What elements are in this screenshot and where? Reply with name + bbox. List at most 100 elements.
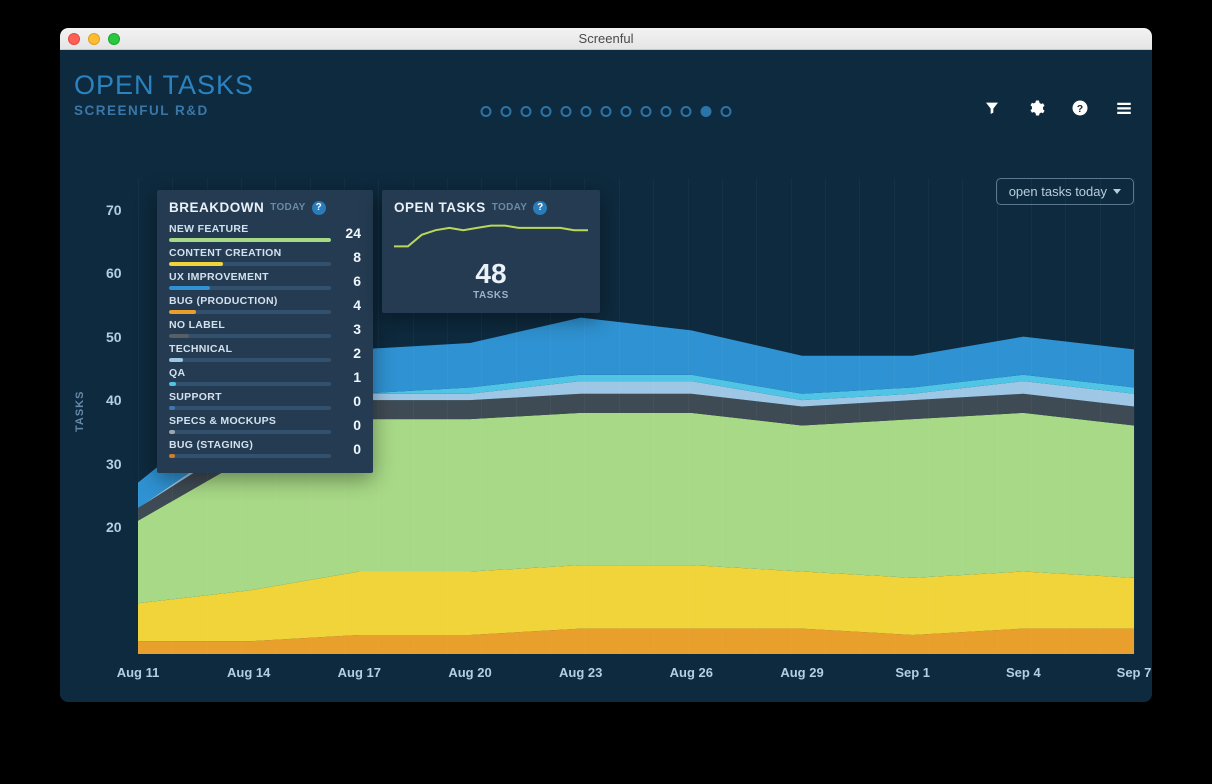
breakdown-row[interactable]: TECHNICAL 2: [169, 341, 361, 365]
y-tick-label: 50: [106, 329, 122, 345]
breakdown-label: BUG (PRODUCTION): [169, 295, 331, 307]
breakdown-label: TECHNICAL: [169, 343, 331, 355]
zoom-window-button[interactable]: [108, 33, 120, 45]
y-tick-label: 20: [106, 519, 122, 535]
sparkline-unit: TASKS: [394, 290, 588, 301]
breakdown-row[interactable]: SPECS & MOCKUPS 0: [169, 413, 361, 437]
gridline: [997, 178, 998, 654]
breakdown-label: UX IMPROVEMENT: [169, 271, 331, 283]
pager-dot[interactable]: [661, 106, 672, 117]
help-icon[interactable]: ?: [1070, 98, 1090, 118]
breakdown-label: SUPPORT: [169, 391, 331, 403]
pager-dot[interactable]: [681, 106, 692, 117]
breakdown-row[interactable]: BUG (STAGING) 0: [169, 437, 361, 461]
breakdown-value: 0: [341, 417, 361, 433]
x-tick-label: Aug 11: [117, 665, 160, 680]
gridline: [859, 178, 860, 654]
y-tick-label: 60: [106, 265, 122, 281]
breakdown-value: 0: [341, 441, 361, 457]
gridline: [138, 178, 139, 654]
breakdown-row[interactable]: QA 1: [169, 365, 361, 389]
breakdown-row[interactable]: SUPPORT 0: [169, 389, 361, 413]
breakdown-row[interactable]: CONTENT CREATION 8: [169, 245, 361, 269]
pager-dot[interactable]: [481, 106, 492, 117]
breakdown-value: 0: [341, 393, 361, 409]
x-tick-label: Sep 4: [1006, 665, 1041, 680]
pager-dot[interactable]: [541, 106, 552, 117]
x-tick-label: Aug 29: [780, 665, 823, 680]
breakdown-label: QA: [169, 367, 331, 379]
breakdown-label: SPECS & MOCKUPS: [169, 415, 331, 427]
breakdown-value: 1: [341, 369, 361, 385]
breakdown-row[interactable]: NO LABEL 3: [169, 317, 361, 341]
svg-text:?: ?: [1077, 103, 1083, 115]
gridline: [825, 178, 826, 654]
pager-dot[interactable]: [721, 106, 732, 117]
x-tick-label: Sep 1: [895, 665, 930, 680]
sparkline-title: OPEN TASKS: [394, 200, 486, 215]
sparkline-chart: [394, 221, 588, 251]
y-tick-label: 30: [106, 456, 122, 472]
breakdown-label: NEW FEATURE: [169, 223, 331, 235]
page-title: OPEN TASKS: [74, 70, 254, 101]
breakdown-value: 3: [341, 321, 361, 337]
sparkline-tag: TODAY: [492, 202, 527, 213]
breakdown-value: 8: [341, 249, 361, 265]
breakdown-tag: TODAY: [270, 202, 305, 213]
breakdown-row[interactable]: UX IMPROVEMENT 6: [169, 269, 361, 293]
pager-dot[interactable]: [581, 106, 592, 117]
breakdown-row[interactable]: NEW FEATURE 24: [169, 221, 361, 245]
gridline: [1065, 178, 1066, 654]
sparkline-value: 48: [394, 258, 588, 290]
gridline: [791, 178, 792, 654]
pager-dot[interactable]: [701, 106, 712, 117]
gridline: [894, 178, 895, 654]
x-tick-label: Aug 23: [559, 665, 602, 680]
gridline: [962, 178, 963, 654]
x-tick-label: Aug 20: [448, 665, 491, 680]
pager-dot[interactable]: [501, 106, 512, 117]
breakdown-value: 4: [341, 297, 361, 313]
breakdown-label: CONTENT CREATION: [169, 247, 331, 259]
app-window: Screenful OPEN TASKS SCREENFUL R&D ? ope…: [60, 28, 1152, 702]
close-window-button[interactable]: [68, 33, 80, 45]
window-title: Screenful: [60, 31, 1152, 46]
gridline: [756, 178, 757, 654]
gridline: [1031, 178, 1032, 654]
x-tick-label: Sep 7: [1117, 665, 1152, 680]
sparkline-help-icon[interactable]: ?: [533, 201, 547, 215]
breakdown-value: 24: [341, 225, 361, 241]
pager-dot[interactable]: [641, 106, 652, 117]
breakdown-title: BREAKDOWN: [169, 200, 264, 215]
gridline: [1100, 178, 1101, 654]
breakdown-help-icon[interactable]: ?: [312, 201, 326, 215]
menu-icon[interactable]: [1114, 98, 1134, 118]
traffic-lights: [68, 33, 120, 45]
dashboard-pager: [481, 106, 732, 117]
pager-dot[interactable]: [621, 106, 632, 117]
gridline: [928, 178, 929, 654]
gridline: [653, 178, 654, 654]
pager-dot[interactable]: [601, 106, 612, 117]
y-tick-label: 70: [106, 202, 122, 218]
page-title-block: OPEN TASKS SCREENFUL R&D: [74, 70, 254, 118]
mac-titlebar: Screenful: [60, 28, 1152, 50]
pager-dot[interactable]: [521, 106, 532, 117]
breakdown-value: 6: [341, 273, 361, 289]
pager-dot[interactable]: [561, 106, 572, 117]
breakdown-value: 2: [341, 345, 361, 361]
gridline: [688, 178, 689, 654]
breakdown-label: NO LABEL: [169, 319, 331, 331]
x-tick-label: Aug 17: [338, 665, 381, 680]
breakdown-label: BUG (STAGING): [169, 439, 331, 451]
gridline: [378, 178, 379, 654]
gear-icon[interactable]: [1026, 98, 1046, 118]
filter-icon[interactable]: [982, 98, 1002, 118]
page-subtitle: SCREENFUL R&D: [74, 103, 254, 118]
breakdown-panel: BREAKDOWN TODAY ? NEW FEATURE24CONTENT C…: [157, 190, 373, 473]
breakdown-row[interactable]: BUG (PRODUCTION) 4: [169, 293, 361, 317]
y-tick-label: 40: [106, 392, 122, 408]
gridline: [1134, 178, 1135, 654]
x-tick-label: Aug 14: [227, 665, 270, 680]
minimize-window-button[interactable]: [88, 33, 100, 45]
